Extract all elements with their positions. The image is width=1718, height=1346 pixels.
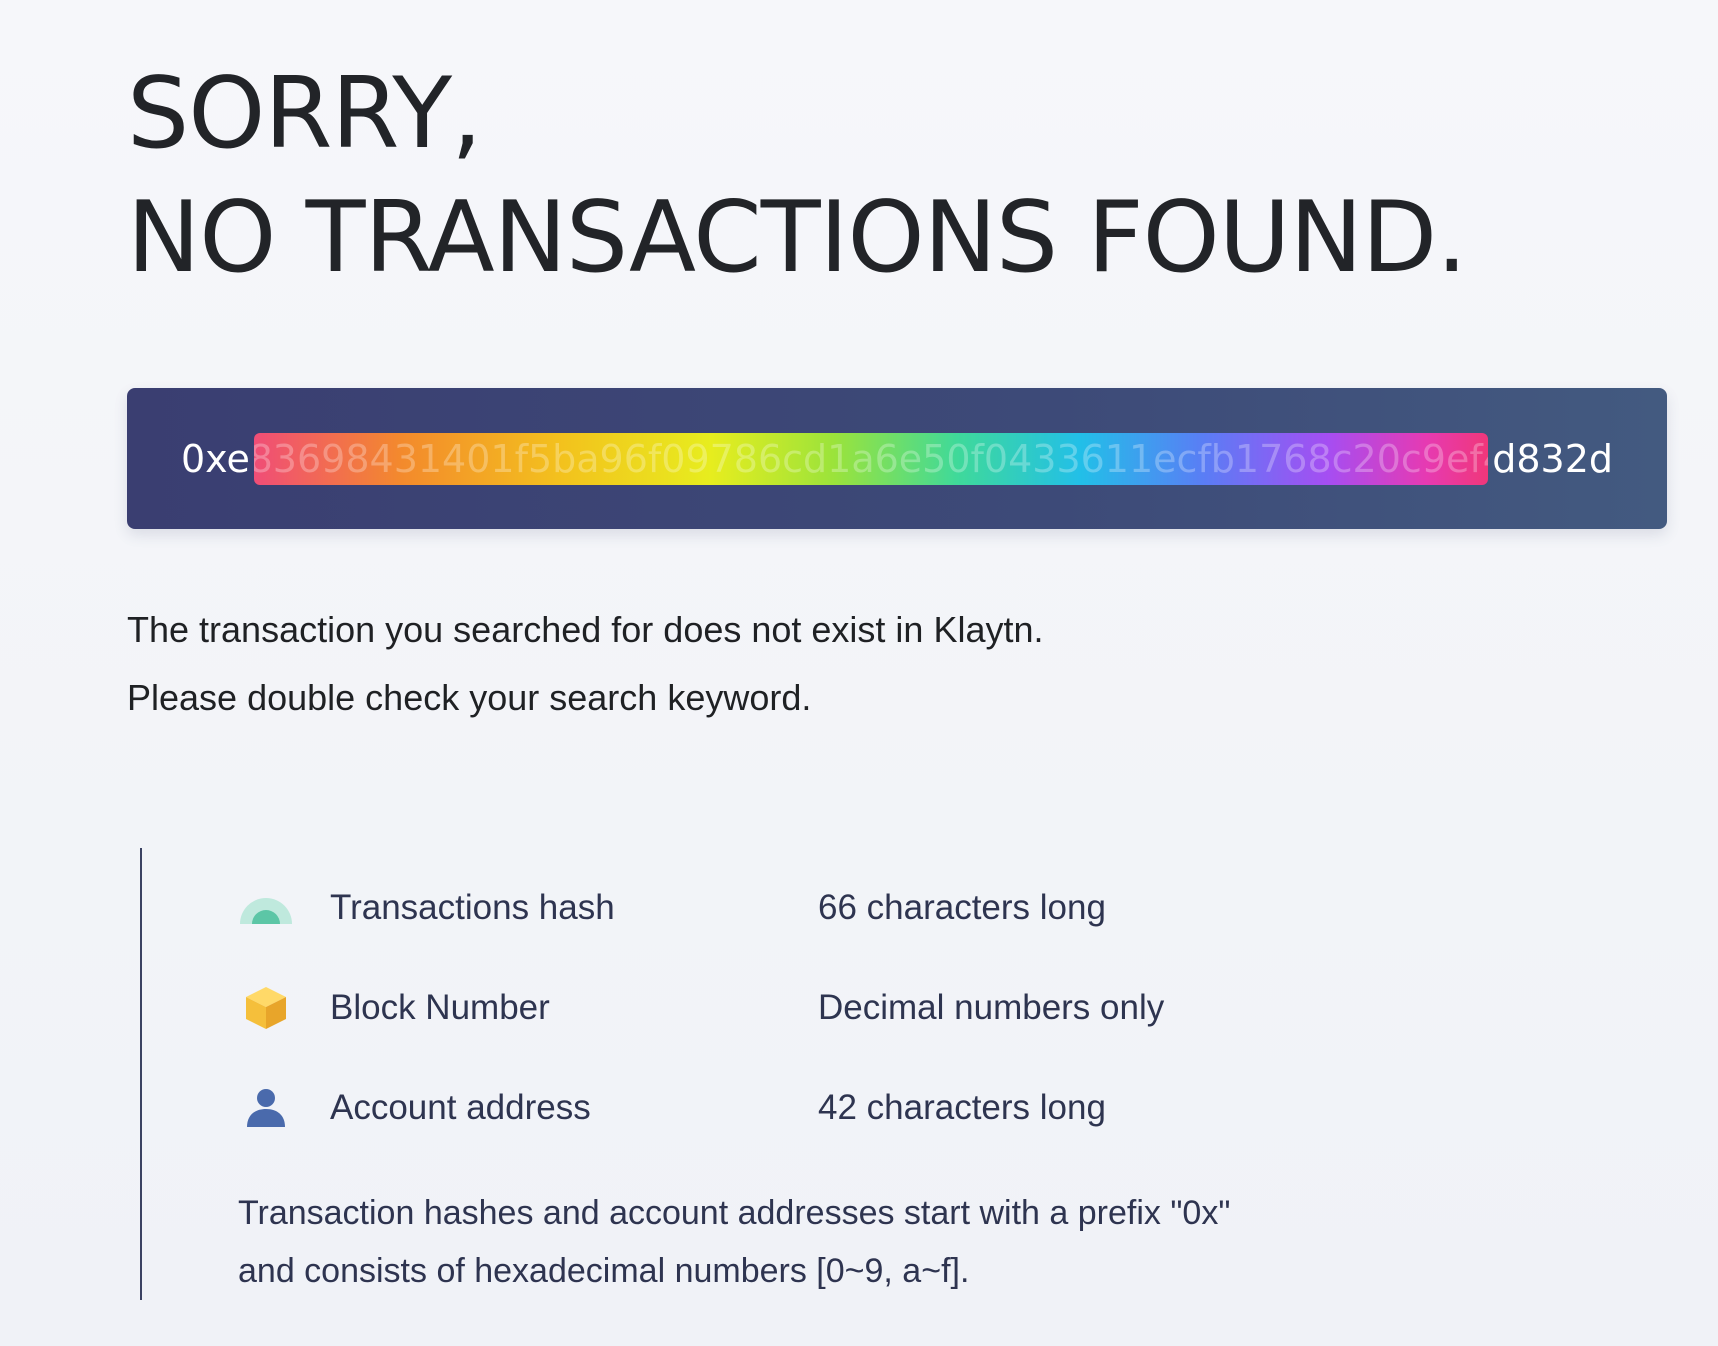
headline-line-1: SORRY, <box>127 57 482 171</box>
guide-note-line-2: and consists of hexadecimal numbers [0~9… <box>238 1252 970 1290</box>
not-found-page: SORRY, NO TRANSACTIONS FOUND. 0xe 7f8369… <box>127 0 1667 1300</box>
searched-hash-box: 0xe 7f83698431401f5ba96f09786cd1a6e50f04… <box>127 388 1667 529</box>
hash-prefix: 0xe <box>181 436 250 481</box>
searched-hash: 0xe 7f83698431401f5ba96f09786cd1a6e50f04… <box>181 388 1613 529</box>
guide-label: Block Number <box>330 988 550 1027</box>
search-guide: Transactions hash 66 characters long Blo… <box>140 848 1342 1300</box>
guide-row-account-address: Account address 42 characters long <box>238 1078 1106 1138</box>
account-person-icon <box>238 1080 294 1136</box>
headline-line-2: NO TRANSACTIONS FOUND. <box>127 181 1467 295</box>
guide-label: Account address <box>330 1088 591 1127</box>
guide-note: Transaction hashes and account addresses… <box>238 1184 1230 1300</box>
guide-rule: 66 characters long <box>818 888 1106 927</box>
transaction-hash-icon <box>238 880 294 936</box>
guide-rule: Decimal numbers only <box>818 988 1165 1027</box>
hash-suffix: d832d <box>1492 436 1613 481</box>
message-line-1: The transaction you searched for does no… <box>127 609 1044 650</box>
page-title: SORRY, NO TRANSACTIONS FOUND. <box>127 0 1667 300</box>
not-found-message: The transaction you searched for does no… <box>127 596 1044 732</box>
block-cube-icon <box>238 980 294 1036</box>
hash-highlight: 7f83698431401f5ba96f09786cd1a6e50f043361… <box>253 432 1489 485</box>
guide-rule: 42 characters long <box>818 1088 1106 1127</box>
hash-middle: 7f83698431401f5ba96f09786cd1a6e50f043361… <box>253 436 1489 481</box>
message-line-2: Please double check your search keyword. <box>127 677 812 718</box>
guide-note-line-1: Transaction hashes and account addresses… <box>238 1194 1231 1232</box>
guide-label: Transactions hash <box>330 888 615 927</box>
guide-row-transaction-hash: Transactions hash 66 characters long <box>238 878 1106 938</box>
guide-row-block-number: Block Number Decimal numbers only <box>238 978 1164 1038</box>
